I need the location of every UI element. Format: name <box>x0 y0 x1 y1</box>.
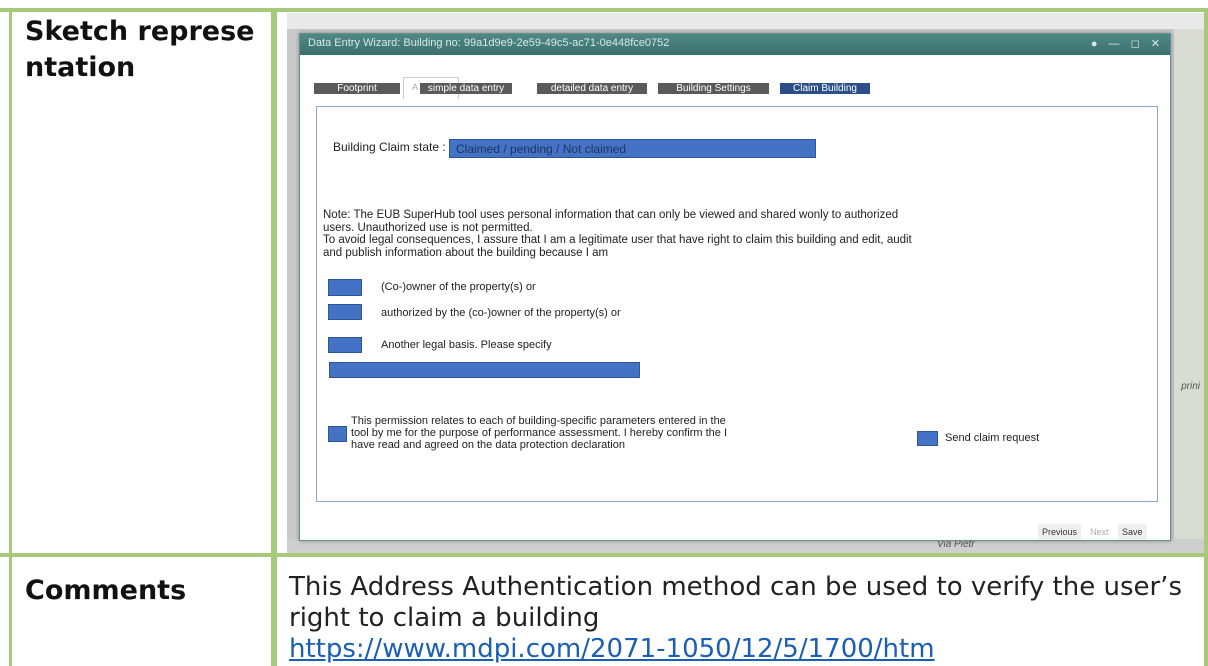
comment-link[interactable]: https://www.mdpi.com/2071-1050/12/5/1700… <box>289 634 1204 665</box>
document-table: Sketch representation Comments This Addr… <box>0 0 1208 666</box>
data-entry-wizard: Data Entry Wizard: Building no: 99a1d9e9… <box>299 33 1171 541</box>
tab-building-settings[interactable]: Building Settings <box>658 83 769 94</box>
tab-simple-data-entry[interactable]: simple data entry <box>420 83 512 94</box>
note-text-2: To avoid legal consequences, I assure th… <box>323 234 912 259</box>
send-claim-label[interactable]: Send claim request <box>945 432 1039 444</box>
previous-button[interactable]: Previous <box>1038 524 1082 540</box>
screenshot-top-strip <box>287 13 1204 29</box>
map-background <box>1174 29 1204 553</box>
other-basis-label: Another legal basis. Please specify <box>381 339 552 351</box>
send-claim-button-icon[interactable] <box>917 431 938 446</box>
tab-claim-building[interactable]: Claim Building <box>780 83 870 94</box>
row-label-comments: Comments <box>25 575 187 606</box>
table-border-top <box>0 8 1208 12</box>
embedded-screenshot: prini Via Pietr Data Entry Wizard: Build… <box>287 13 1204 553</box>
permission-text: This permission relates to each of build… <box>351 415 728 451</box>
other-basis-checkbox[interactable] <box>328 337 362 353</box>
map-background-bottom <box>287 539 1204 553</box>
wizard-titlebar[interactable]: Data Entry Wizard: Building no: 99a1d9e9… <box>300 34 1170 55</box>
table-border-left <box>9 8 12 666</box>
other-basis-input[interactable] <box>329 362 640 378</box>
authorized-checkbox[interactable] <box>328 304 362 320</box>
tab-footprint[interactable]: Footprint <box>314 83 400 94</box>
comment-cell: This Address Authentication method can b… <box>289 572 1204 665</box>
map-label-fragment: prini <box>1181 381 1200 392</box>
table-column-divider <box>271 8 277 666</box>
owner-checkbox[interactable] <box>328 279 362 296</box>
window-controls[interactable]: ● — ◻ ✕ <box>1091 37 1164 50</box>
table-border-middle <box>0 553 1208 557</box>
permission-checkbox[interactable] <box>328 426 347 442</box>
table-border-right <box>1204 8 1208 666</box>
claim-panel: Building Claim state : Claimed / pending… <box>316 106 1158 502</box>
claim-state-label: Building Claim state : <box>333 140 446 154</box>
authorized-option-label: authorized by the (co-)owner of the prop… <box>381 307 621 319</box>
claim-state-field[interactable]: Claimed / pending / Not claimed <box>449 139 816 158</box>
tab-detailed-data-entry[interactable]: detailed data entry <box>537 83 647 94</box>
next-button[interactable]: Next <box>1086 524 1113 540</box>
note-text: Note: The EUB SuperHub tool uses persona… <box>323 209 899 234</box>
wizard-title: Data Entry Wizard: Building no: 99a1d9e9… <box>308 37 670 49</box>
save-button[interactable]: Save <box>1118 524 1147 540</box>
claim-state-value: Claimed / pending / Not claimed <box>456 142 627 156</box>
comment-text: This Address Authentication method can b… <box>289 572 1182 633</box>
owner-option-label: (Co-)owner of the property(s) or <box>381 281 536 293</box>
row-label-sketch: Sketch representation <box>25 16 255 83</box>
